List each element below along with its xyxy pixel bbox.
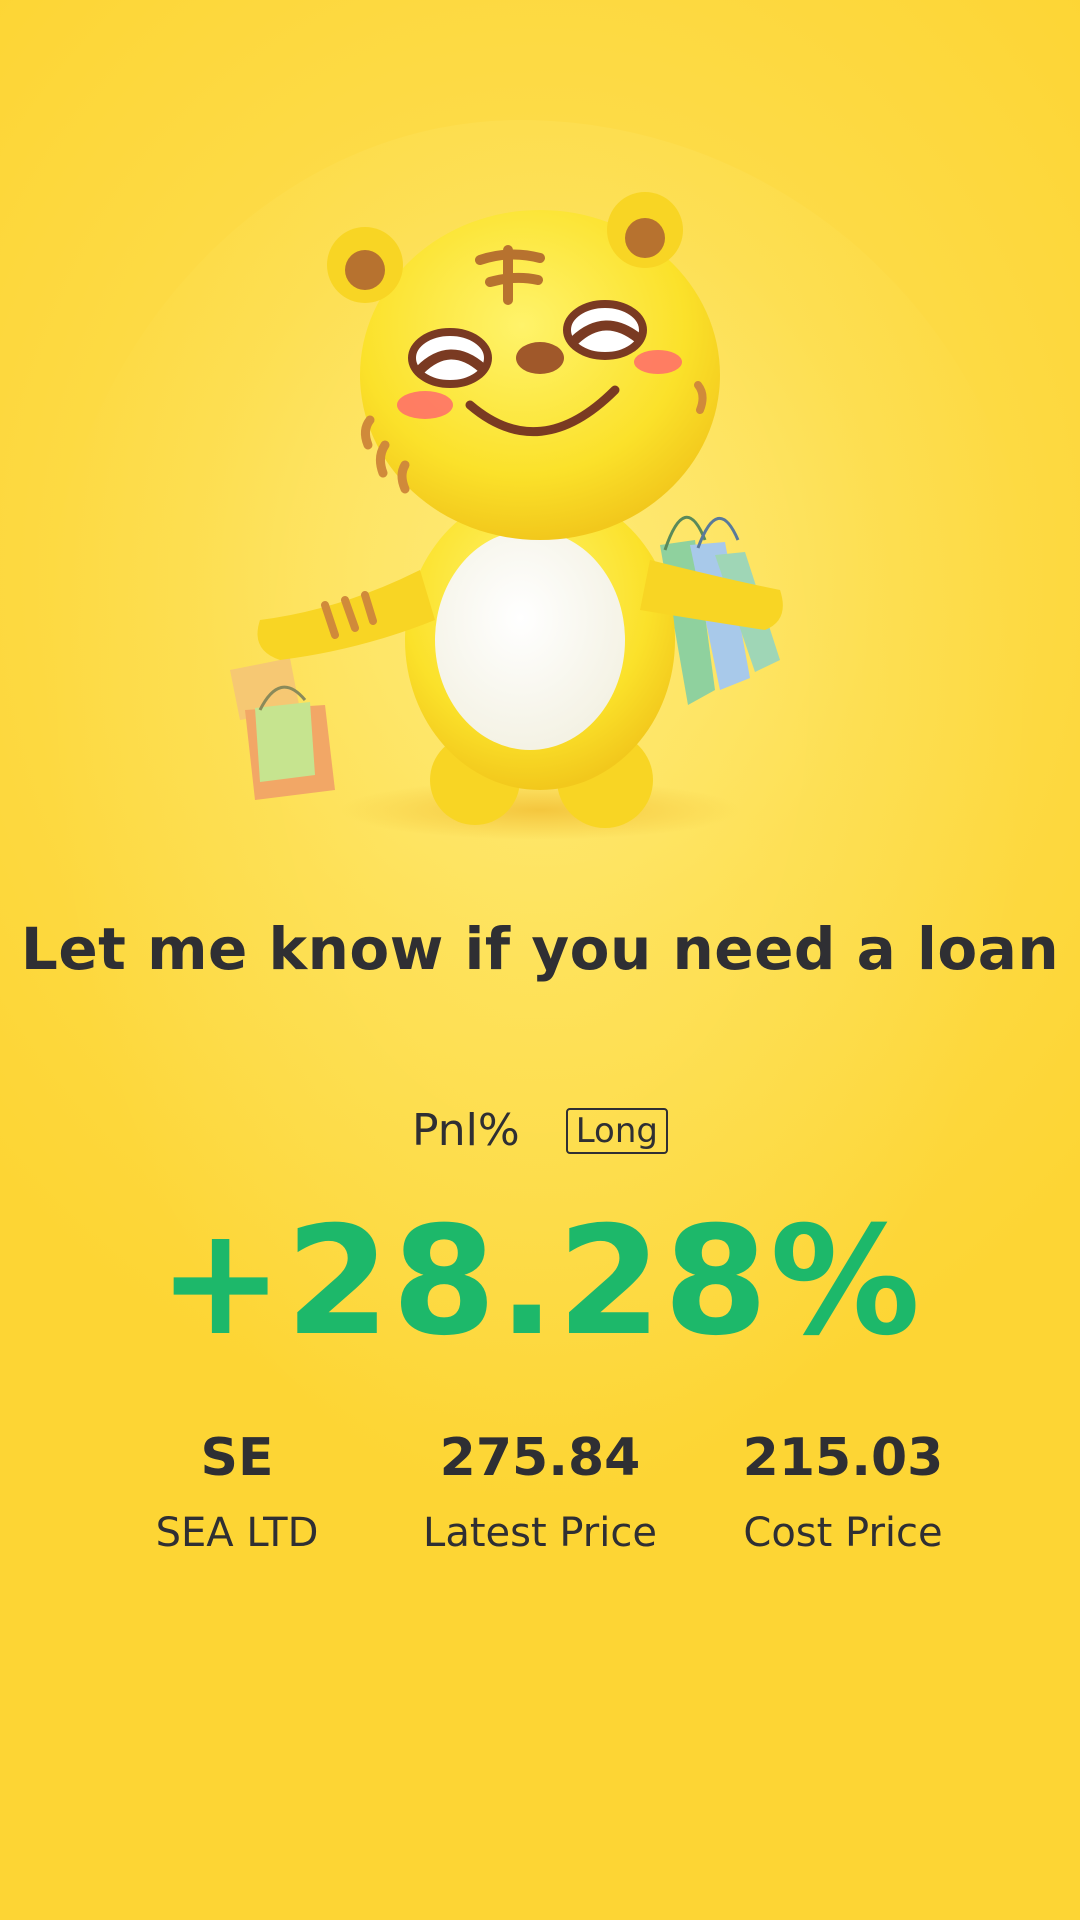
cost-price-stat: 215.03 Cost Price xyxy=(683,1428,1003,1557)
direction-badge: Long xyxy=(565,1107,668,1154)
latest-price-stat: 275.84 Latest Price xyxy=(380,1428,700,1557)
ticker-symbol: SE xyxy=(200,1428,274,1488)
pnl-label: Pnl% xyxy=(412,1105,520,1156)
headline-text: Let me know if you need a loan xyxy=(20,915,1060,983)
company-name: SEA LTD xyxy=(155,1510,319,1557)
tiger-mascot-with-shopping-bags-icon xyxy=(220,190,840,850)
ticker-stat: SE SEA LTD xyxy=(77,1428,397,1557)
cost-price-label: Cost Price xyxy=(743,1510,943,1557)
cost-price-value: 215.03 xyxy=(742,1428,944,1488)
pnl-percentage: +28.28% xyxy=(157,1195,923,1369)
latest-price-value: 275.84 xyxy=(439,1428,641,1488)
pnl-header: Pnl% Long xyxy=(0,1105,1080,1156)
latest-price-label: Latest Price xyxy=(423,1510,657,1557)
